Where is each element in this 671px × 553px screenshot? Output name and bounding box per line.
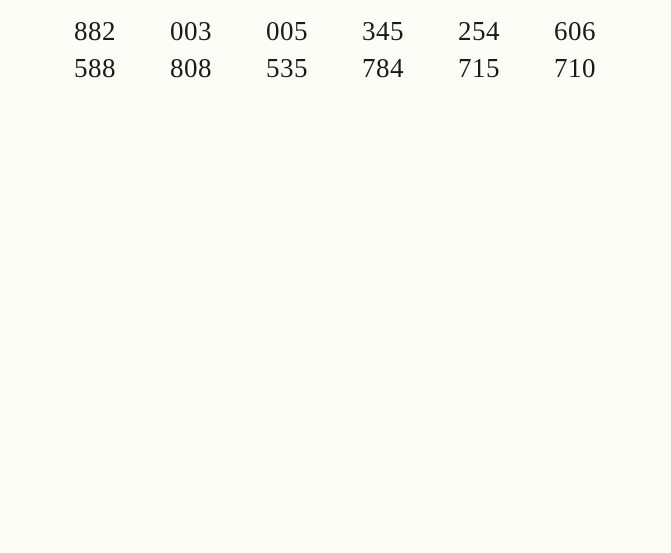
number-cell: 535 [254,53,308,84]
number-grid: 882 003 005 345 254 606 588 808 535 784 … [62,16,671,84]
number-row: 588 808 535 784 715 710 [62,53,671,84]
number-row: 882 003 005 345 254 606 [62,16,671,47]
number-cell: 606 [542,16,596,47]
number-cell: 254 [446,16,500,47]
number-cell: 784 [350,53,404,84]
number-cell: 005 [254,16,308,47]
number-cell: 710 [542,53,596,84]
number-cell: 345 [350,16,404,47]
number-cell: 003 [158,16,212,47]
number-cell: 808 [158,53,212,84]
number-cell: 882 [62,16,116,47]
number-cell: 588 [62,53,116,84]
number-cell: 715 [446,53,500,84]
